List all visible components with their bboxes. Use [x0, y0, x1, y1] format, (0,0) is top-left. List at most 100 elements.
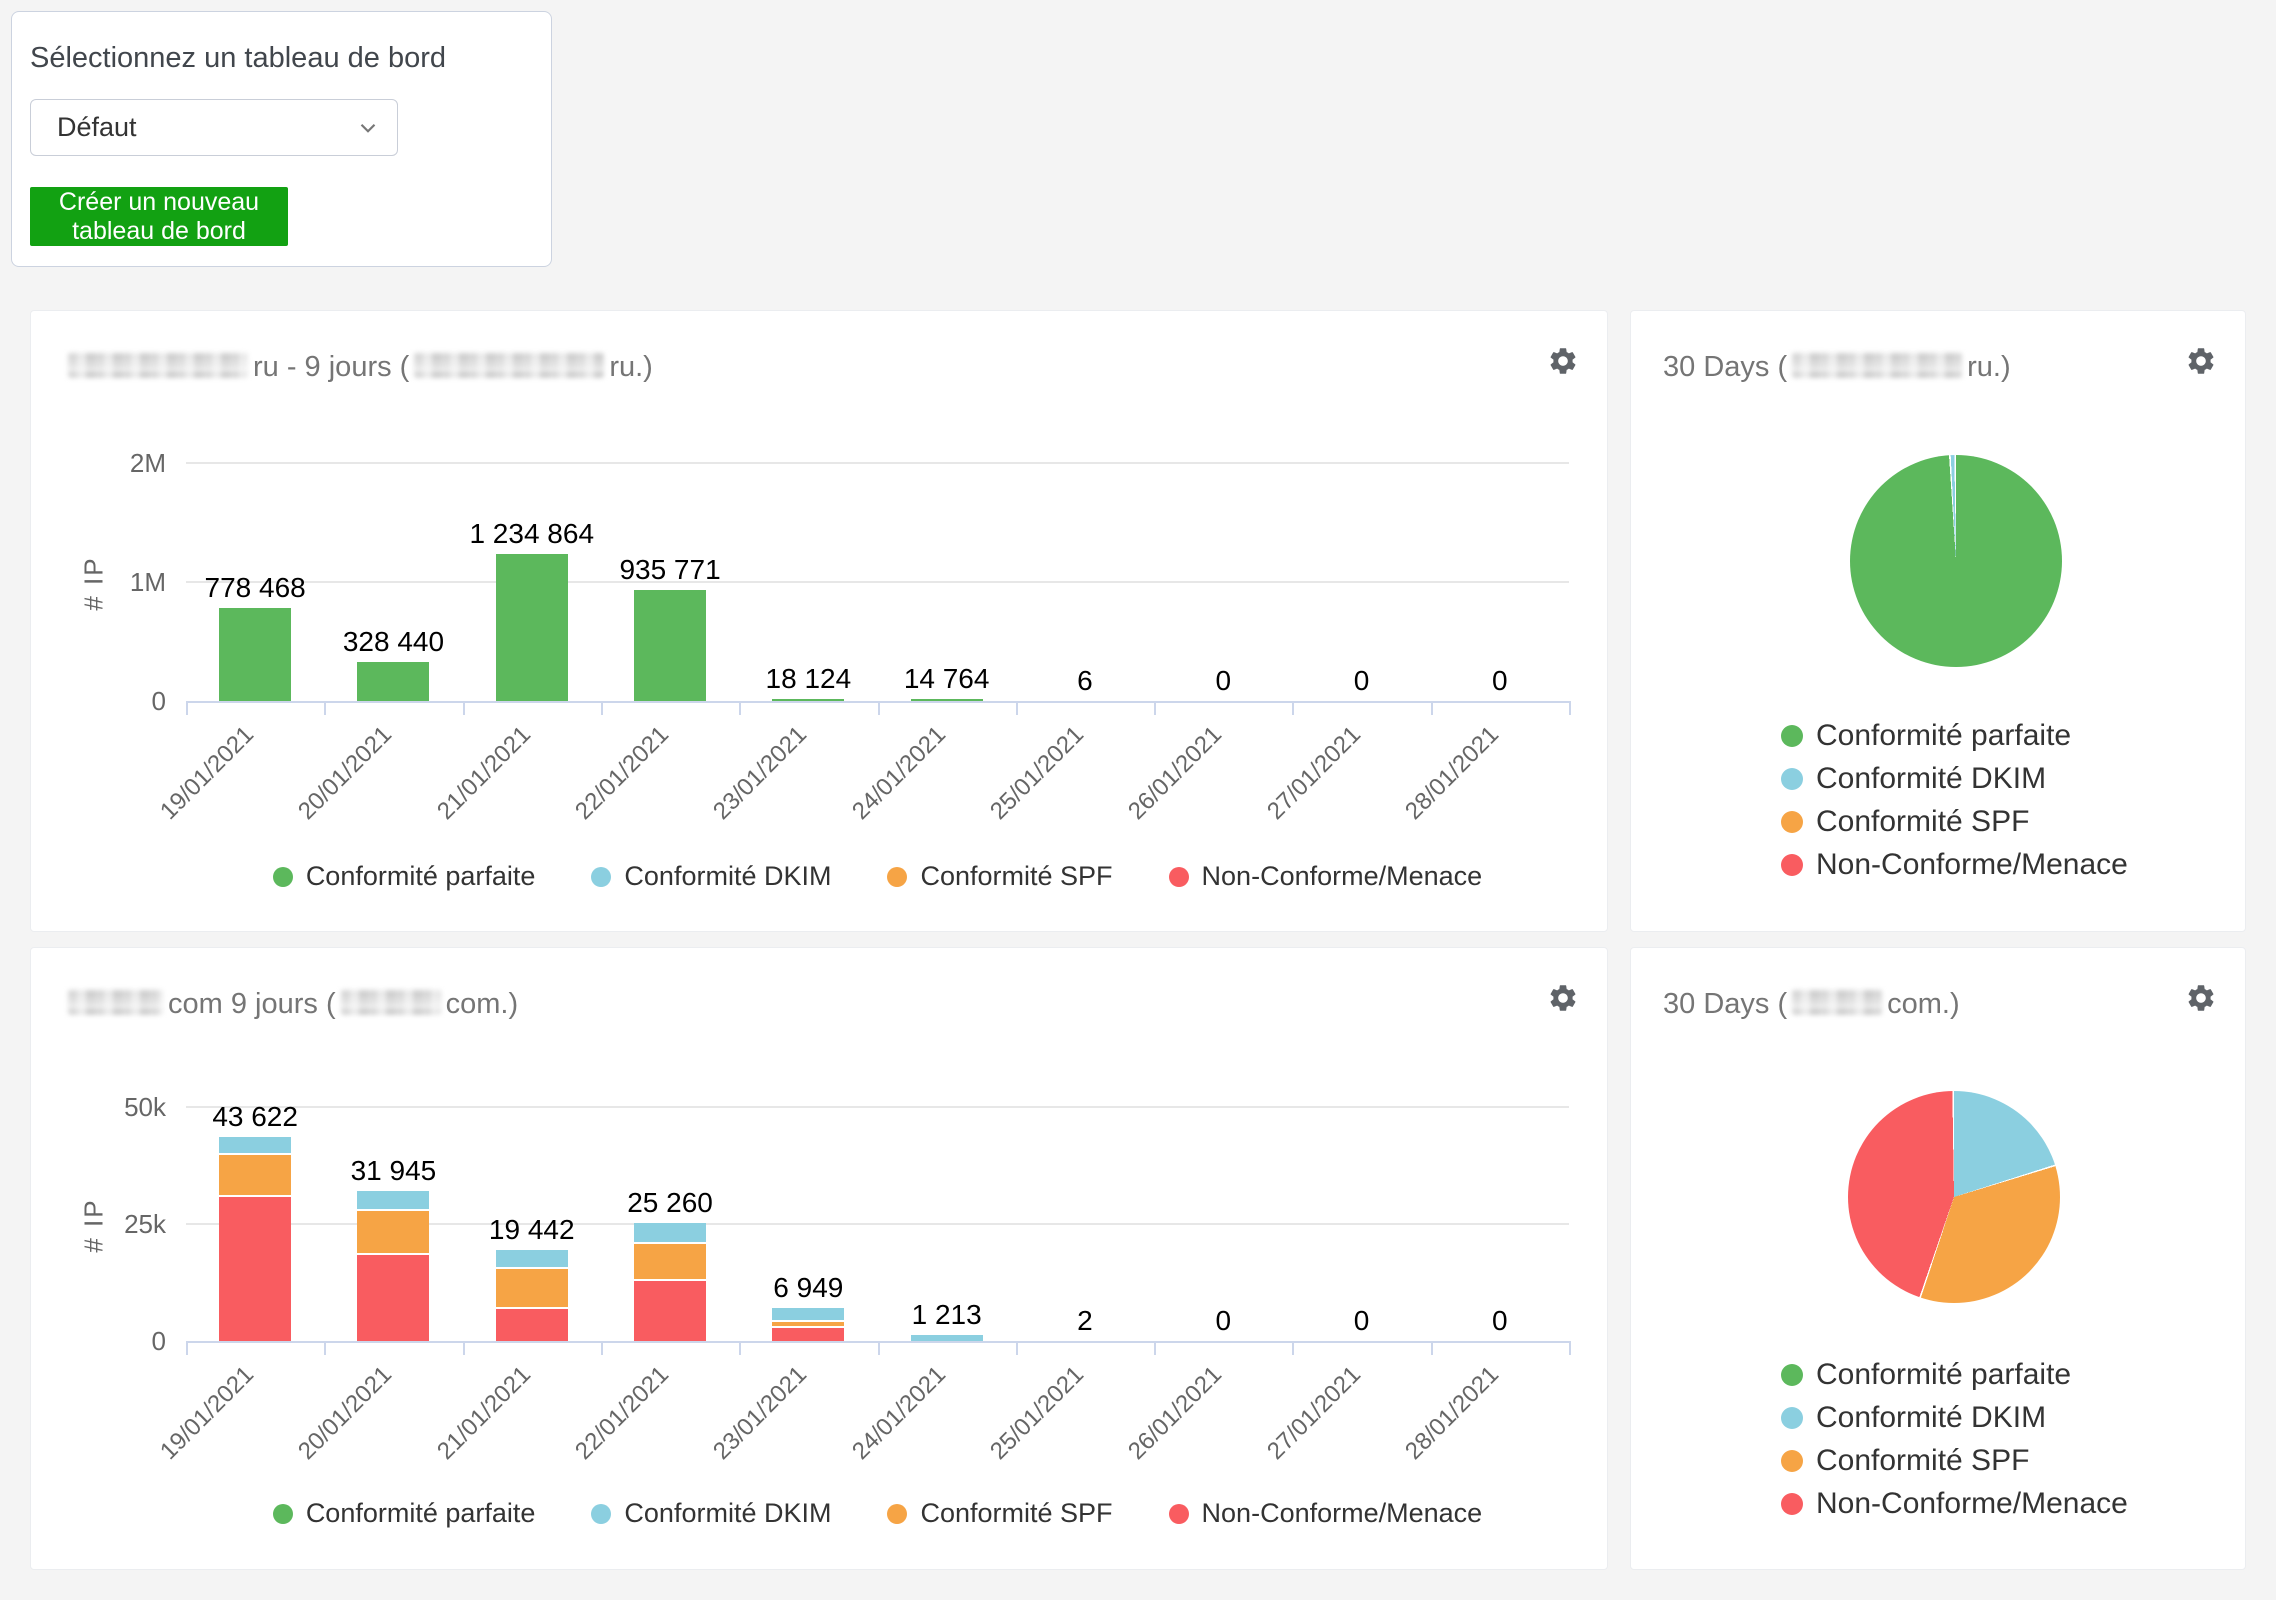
- x-axis-date-label: 27/01/2021: [1205, 721, 1366, 882]
- legend-item[interactable]: Conformité DKIM: [591, 1498, 831, 1529]
- bar-segment[interactable]: [219, 1137, 291, 1154]
- legend-label: Conformité SPF: [920, 1498, 1112, 1529]
- legend-marker-icon: [1781, 811, 1803, 833]
- legend-item[interactable]: Conformité SPF: [1781, 1444, 2128, 1478]
- legend-marker-icon: [1781, 1407, 1803, 1429]
- x-axis-tick: [878, 1343, 880, 1355]
- x-axis-tick: [1569, 1343, 1571, 1355]
- legend-marker-icon: [887, 1504, 907, 1524]
- x-axis-date-label: 22/01/2021: [514, 721, 675, 882]
- x-axis-tick: [878, 703, 880, 715]
- dashboard-select[interactable]: Défaut: [30, 99, 398, 156]
- x-axis-tick: [739, 703, 741, 715]
- legend-label: Conformité parfaite: [306, 1498, 536, 1529]
- bar-segment-divider: [357, 1253, 429, 1255]
- chart-legend: Conformité parfaite Conformité DKIM Confor…: [186, 861, 1569, 892]
- x-axis-tick: [463, 703, 465, 715]
- y-axis-title: # IP: [79, 1181, 110, 1271]
- legend-marker-icon: [273, 1504, 293, 1524]
- legend-marker-icon: [1781, 1450, 1803, 1472]
- legend-item[interactable]: Conformité parfaite: [1781, 1358, 2128, 1392]
- legend-item[interactable]: Non-Conforme/Menace: [1781, 848, 2128, 882]
- pie-legend: Conformité parfaite Conformité DKIM Confor…: [1781, 719, 2128, 882]
- legend-item[interactable]: Conformité parfaite: [273, 861, 536, 892]
- dashboard-page: Sélectionnez un tableau de bord Défaut C…: [0, 0, 2276, 1600]
- legend-item[interactable]: Non-Conforme/Menace: [1781, 1487, 2128, 1521]
- legend-label: Conformité parfaite: [1816, 1358, 2071, 1392]
- legend-item[interactable]: Conformité DKIM: [1781, 762, 2128, 796]
- x-axis-tick: [324, 703, 326, 715]
- bar-value-label: 0: [1380, 1305, 1620, 1337]
- legend-marker-icon: [591, 1504, 611, 1524]
- bar-value-label: 778 468: [135, 572, 375, 604]
- pie-legend: Conformité parfaite Conformité DKIM Confor…: [1781, 1358, 2128, 1521]
- legend-item[interactable]: Conformité SPF: [887, 1498, 1112, 1529]
- x-axis-date-label: 21/01/2021: [375, 721, 536, 882]
- x-axis-tick: [1292, 1343, 1294, 1355]
- pie-chart[interactable]: [1848, 1091, 2060, 1303]
- x-axis-tick: [1016, 703, 1018, 715]
- panel-pie-ru: 30 Days (ru.) Conformité parfaiteConform…: [1630, 310, 2246, 932]
- bar-segment[interactable]: [496, 1268, 568, 1308]
- legend-item[interactable]: Conformité SPF: [1781, 805, 2128, 839]
- bar-segment[interactable]: [357, 1191, 429, 1210]
- legend-item[interactable]: Non-Conforme/Menace: [1169, 1498, 1483, 1529]
- x-axis-tick: [1016, 1343, 1018, 1355]
- legend-marker-icon: [1169, 1504, 1189, 1524]
- x-axis-tick: [186, 703, 188, 715]
- legend-item[interactable]: Non-Conforme/Menace: [1169, 861, 1483, 892]
- legend-item[interactable]: Conformité DKIM: [591, 861, 831, 892]
- bar-segment[interactable]: [496, 1250, 568, 1268]
- y-axis-title: # IP: [79, 539, 110, 629]
- legend-marker-icon: [273, 867, 293, 887]
- x-axis-tick: [1154, 1343, 1156, 1355]
- bar-segment[interactable]: [357, 662, 429, 701]
- bar-segment[interactable]: [357, 1254, 429, 1341]
- x-axis-date-label: 19/01/2021: [99, 721, 260, 882]
- legend-item[interactable]: Conformité SPF: [887, 861, 1112, 892]
- legend-marker-icon: [1781, 768, 1803, 790]
- x-axis-date-label: 28/01/2021: [1343, 721, 1504, 882]
- x-axis-tick: [1431, 1343, 1433, 1355]
- x-axis-tick: [1569, 703, 1571, 715]
- legend-marker-icon: [1781, 1364, 1803, 1386]
- y-gridline: [186, 581, 1569, 583]
- x-axis-tick: [1292, 703, 1294, 715]
- legend-label: Conformité parfaite: [306, 861, 536, 892]
- legend-label: Non-Conforme/Menace: [1202, 1498, 1483, 1529]
- x-axis-date-label: 25/01/2021: [929, 721, 1090, 882]
- legend-item[interactable]: Conformité parfaite: [1781, 719, 2128, 753]
- bar-segment-divider: [357, 1209, 429, 1211]
- legend-label: Conformité DKIM: [1816, 1401, 2046, 1435]
- chart-legend: Conformité parfaite Conformité DKIM Confor…: [186, 1498, 1569, 1529]
- panel-bar-ru: ru - 9 jours (ru.) 01M2M# IP778 46819/01…: [30, 310, 1608, 932]
- chevron-down-icon: [355, 115, 381, 141]
- bar-segment-divider: [634, 1242, 706, 1244]
- bar-value-label: 328 440: [273, 626, 513, 658]
- dashboard-selector-card: Sélectionnez un tableau de bord Défaut C…: [11, 11, 552, 267]
- bar-segment[interactable]: [911, 699, 983, 701]
- bar-segment[interactable]: [496, 1308, 568, 1341]
- pie-chart[interactable]: [1850, 455, 2062, 667]
- legend-marker-icon: [591, 867, 611, 887]
- bar-segment[interactable]: [219, 1196, 291, 1341]
- y-axis-tick-label: 0: [76, 686, 166, 717]
- legend-label: Conformité DKIM: [624, 861, 831, 892]
- x-axis-tick: [601, 1343, 603, 1355]
- legend-label: Conformité SPF: [1816, 805, 2029, 839]
- legend-item[interactable]: Conformité DKIM: [1781, 1401, 2128, 1435]
- y-gridline: [186, 462, 1569, 464]
- x-axis-date-label: 26/01/2021: [1067, 721, 1228, 882]
- bar-segment[interactable]: [772, 699, 844, 701]
- create-dashboard-button[interactable]: Créer un nouveau tableau de bord: [30, 187, 288, 246]
- y-axis-tick-label: 2M: [76, 448, 166, 479]
- x-axis-tick: [463, 1343, 465, 1355]
- legend-item[interactable]: Conformité parfaite: [273, 1498, 536, 1529]
- bar-value-label: 31 945: [273, 1155, 513, 1187]
- y-gridline: [186, 1106, 1569, 1108]
- panel-bar-com: com 9 jours (com.) 025k50k# IP43 62219/0…: [30, 947, 1608, 1570]
- bar-segment[interactable]: [634, 1223, 706, 1243]
- x-axis-tick: [739, 1343, 741, 1355]
- bar-value-label: 935 771: [550, 554, 790, 586]
- bar-value-label: 25 260: [550, 1187, 790, 1219]
